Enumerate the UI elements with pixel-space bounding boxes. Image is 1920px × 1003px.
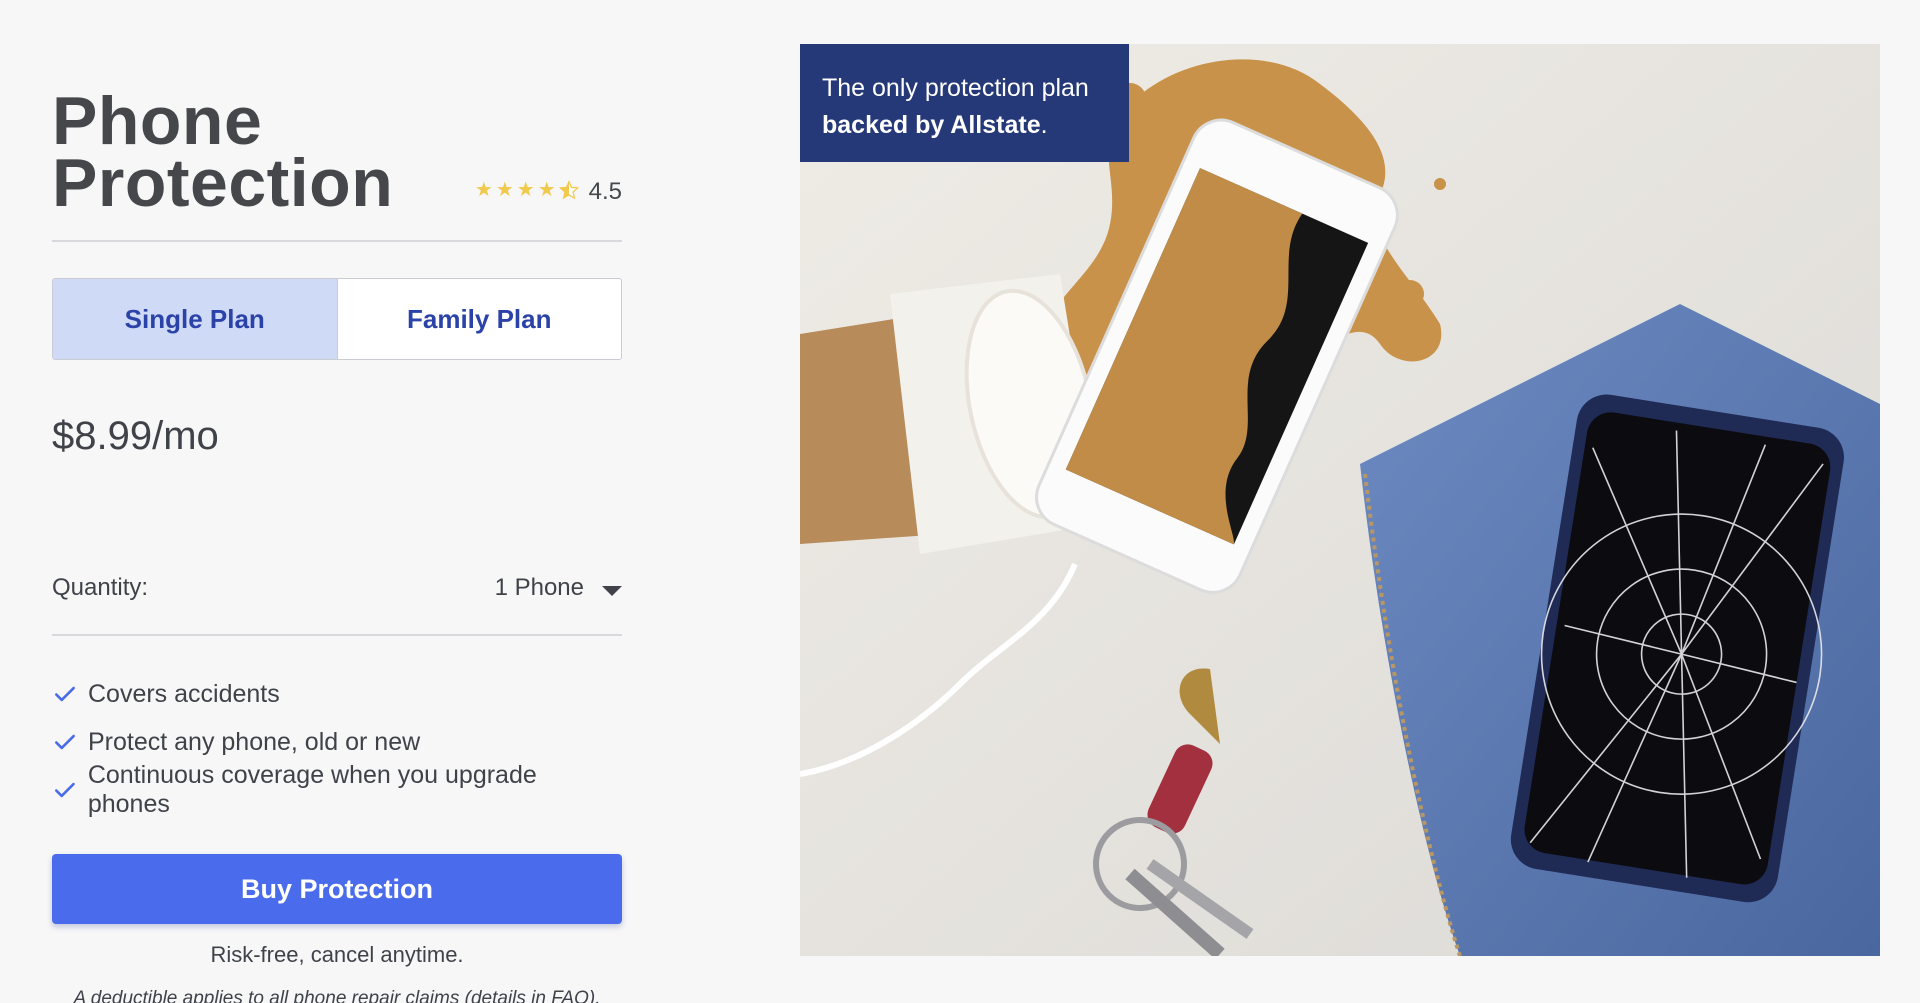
feature-text: Protect any phone, old or new (88, 727, 421, 756)
tab-single-plan[interactable]: Single Plan (53, 279, 338, 359)
deductible-text: A deductible applies to all phone repair… (73, 988, 552, 1003)
star-icon: ★ (495, 179, 514, 201)
star-half-icon (558, 180, 579, 204)
rating: ★ ★ ★ ★ 4.5 (475, 178, 622, 206)
star-icon: ★ (516, 179, 535, 201)
feature-text: Continuous coverage when you upgrade pho… (87, 761, 537, 818)
plan-toggle: Single Plan Family Plan (52, 278, 622, 360)
hero-image: The only protection plan backed by Allst… (800, 44, 1880, 956)
checkmark-icon (55, 686, 75, 702)
star-icon: ★ (537, 179, 556, 201)
hero-illustration (800, 44, 1880, 956)
page-title: Phone Protection (52, 87, 393, 217)
checkmark-icon (55, 782, 75, 798)
title-row: Phone Protection ★ ★ ★ ★ 4.5 (52, 80, 622, 242)
quantity-value: 1 Phone (494, 574, 584, 601)
quantity-row: Quantity: 1 Phone (52, 554, 622, 636)
deductible-suffix: ). (588, 988, 601, 1003)
faq-link[interactable]: FAQ (551, 988, 589, 1003)
list-item: Covers accidents (52, 670, 622, 718)
tab-family-plan[interactable]: Family Plan (338, 279, 622, 359)
product-panel: Phone Protection ★ ★ ★ ★ 4.5 Single Plan… (52, 80, 622, 1003)
rating-value: 4.5 (588, 178, 622, 205)
feature-list: Covers accidents Protect any phone, old … (52, 670, 622, 818)
badge-line-1: The only protection plan (822, 74, 1089, 102)
deductible-note: A deductible applies to all phone repair… (52, 988, 622, 1003)
quantity-select[interactable]: 1 Phone (495, 574, 622, 634)
badge-line-2: backed by Allstate. (822, 107, 1129, 144)
feature-text: Covers accidents (88, 679, 280, 708)
buy-protection-button[interactable]: Buy Protection (52, 854, 622, 924)
badge-suffix: . (1040, 111, 1048, 139)
badge-bold: backed by Allstate (822, 111, 1041, 139)
quantity-label: Quantity: (52, 574, 149, 601)
price: $8.99/mo (52, 414, 219, 458)
risk-free-note: Risk-free, cancel anytime. (210, 942, 464, 967)
title-line-2: Protection (52, 145, 394, 221)
star-icon: ★ (474, 179, 493, 201)
list-item: Protect any phone, old or new (52, 718, 622, 766)
checkmark-icon (55, 734, 75, 750)
rating-stars: ★ ★ ★ ★ (475, 180, 579, 204)
list-item: Continuous coverage when you upgrade pho… (52, 761, 622, 818)
caret-down-icon (602, 586, 622, 596)
allstate-badge: The only protection plan backed by Allst… (800, 44, 1129, 162)
